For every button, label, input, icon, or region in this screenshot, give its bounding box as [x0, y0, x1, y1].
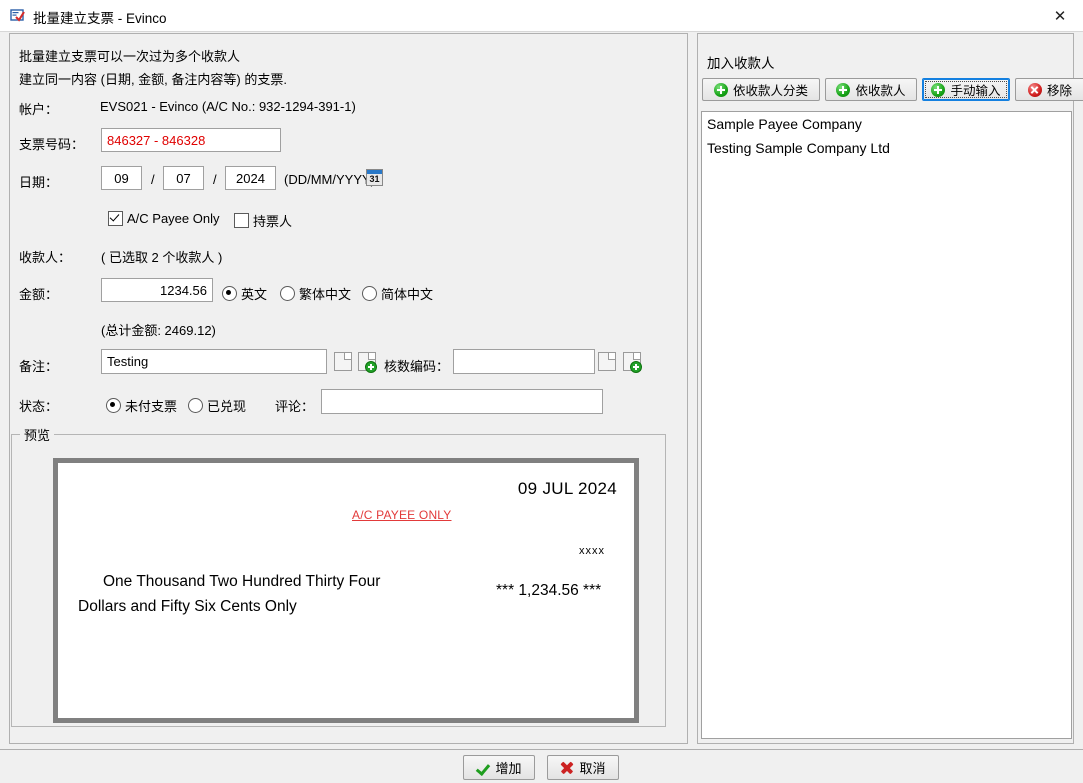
audit-code-label: 核数编码：: [384, 359, 450, 374]
calendar-icon[interactable]: 31: [366, 169, 383, 186]
amount-label: 金额：: [19, 287, 59, 302]
plus-circle-green-icon: [931, 82, 946, 97]
amount-field[interactable]: 1234.56: [101, 278, 213, 302]
intro-line-1: 批量建立支票可以一次过为多个收款人: [19, 49, 241, 64]
status-label: 状态：: [19, 399, 59, 414]
cross-mark-icon: [560, 761, 574, 774]
cheque-amount-words-line2: Dollars and Fifty Six Cents Only: [78, 598, 297, 615]
bearer-label: 持票人: [253, 214, 293, 229]
date-month-field[interactable]: 07: [163, 166, 204, 190]
cheque-amount-figures: *** 1,234.56 ***: [496, 582, 602, 599]
amount-lang-label-traditional: 繁体中文: [299, 287, 352, 302]
status-radio-unpaid[interactable]: 未付支票: [106, 396, 177, 415]
status-label-unpaid: 未付支票: [125, 399, 178, 414]
manual-input-label: 手动输入: [950, 84, 1001, 98]
checkbox-mark-ac-payee: [108, 211, 123, 226]
preview-legend: 预览: [20, 425, 55, 444]
radio-mark-cashed: [188, 398, 203, 413]
status-label-cashed: 已兑现: [207, 399, 247, 414]
account-value: EVS021 - Evinco (A/C No.: 932-1294-391-1…: [100, 99, 356, 114]
payee-selected-count: ( 已选取 2 个收款人 ): [101, 250, 223, 265]
date-separator-1: /: [151, 172, 155, 187]
account-label: 帐户：: [19, 102, 59, 117]
radio-mark-simplified: [362, 286, 377, 301]
cheque-payee-mask: xxxx: [579, 545, 605, 557]
add-by-payee-group-button[interactable]: 依收款人分类: [702, 78, 820, 101]
manual-input-button[interactable]: 手动输入: [922, 78, 1010, 101]
payee-panel: 加入收款人 依收款人分类 依收款人 手动输入 移除 Sample Payee C…: [697, 33, 1083, 744]
audit-add-page-icon[interactable]: [623, 352, 642, 373]
payee-list[interactable]: Sample Payee Company Testing Sample Comp…: [701, 111, 1072, 739]
add-by-payee-label: 依收款人: [855, 84, 906, 98]
amount-lang-radio-simplified[interactable]: 简体中文: [362, 284, 433, 303]
remark-label: 备注：: [19, 359, 59, 374]
cheque-preview: 09 JUL 2024 A/C PAYEE ONLY xxxx One Thou…: [53, 458, 639, 723]
amount-lang-label-english: 英文: [241, 287, 268, 302]
date-format-hint: (DD/MM/YYYY): [284, 172, 375, 187]
date-year-field[interactable]: 2024: [225, 166, 276, 190]
check-mark-icon: [476, 762, 490, 774]
footer-bar: 增加 取消: [0, 750, 1083, 783]
remark-field[interactable]: Testing: [101, 349, 327, 374]
add-by-payee-button[interactable]: 依收款人: [825, 78, 917, 101]
radio-mark-english: [222, 286, 237, 301]
remark-template-page-icon[interactable]: [334, 352, 352, 371]
add-by-payee-group-label: 依收款人分类: [732, 84, 808, 98]
remark-add-page-icon[interactable]: [358, 352, 377, 373]
comment-label: 评论：: [275, 399, 315, 414]
date-separator-2: /: [213, 172, 217, 187]
date-day-field[interactable]: 09: [101, 166, 142, 190]
list-item[interactable]: Testing Sample Company Ltd: [702, 136, 1071, 160]
cheque-date: 09 JUL 2024: [517, 479, 617, 498]
add-button-label: 增加: [495, 761, 522, 776]
status-radio-cashed[interactable]: 已兑现: [188, 396, 246, 415]
comment-field[interactable]: [321, 389, 603, 414]
audit-code-field[interactable]: [453, 349, 595, 374]
plus-circle-green-icon: [713, 82, 728, 97]
cheque-no-field[interactable]: 846327 - 846328: [101, 128, 281, 152]
audit-template-page-icon[interactable]: [598, 352, 616, 371]
cancel-button[interactable]: 取消: [547, 755, 619, 780]
add-button[interactable]: 增加: [463, 755, 535, 780]
cheque-amount-words-line1: One Thousand Two Hundred Thirty Four: [103, 573, 381, 590]
amount-lang-radio-traditional[interactable]: 繁体中文: [280, 284, 351, 303]
radio-mark-unpaid: [106, 398, 121, 413]
cross-circle-red-icon: [1027, 82, 1042, 97]
remove-payee-label: 移除: [1046, 84, 1072, 98]
title-bar: 批量建立支票 - Evinco ✕: [0, 0, 1083, 32]
amount-lang-radio-english[interactable]: 英文: [222, 284, 267, 303]
checkbox-mark-bearer: [234, 213, 249, 228]
cheque-no-label: 支票号码：: [19, 137, 85, 152]
radio-mark-traditional: [280, 286, 295, 301]
total-amount-text: (总计金额: 2469.12): [101, 323, 216, 338]
remove-payee-button[interactable]: 移除: [1015, 78, 1083, 101]
amount-lang-label-simplified: 简体中文: [381, 287, 434, 302]
ac-payee-only-checkbox[interactable]: A/C Payee Only: [108, 211, 220, 226]
payee-label: 收款人：: [19, 250, 72, 265]
cancel-button-label: 取消: [579, 761, 606, 776]
plus-circle-green-icon: [836, 82, 851, 97]
ac-payee-only-label: A/C Payee Only: [127, 211, 220, 226]
window-title: 批量建立支票 - Evinco: [33, 11, 167, 26]
intro-line-2: 建立同一内容 (日期, 金额, 备注内容等) 的支票.: [19, 72, 287, 87]
payee-panel-title: 加入收款人: [707, 56, 775, 71]
date-label: 日期：: [19, 175, 59, 190]
list-item[interactable]: Sample Payee Company: [702, 112, 1071, 136]
close-icon[interactable]: ✕: [1037, 0, 1083, 31]
calendar-icon-day: 31: [369, 174, 380, 184]
cheque-ac-payee-only-stamp: A/C PAYEE ONLY: [352, 508, 452, 522]
cheque-app-icon: [10, 9, 25, 22]
bearer-checkbox[interactable]: 持票人: [234, 211, 292, 230]
